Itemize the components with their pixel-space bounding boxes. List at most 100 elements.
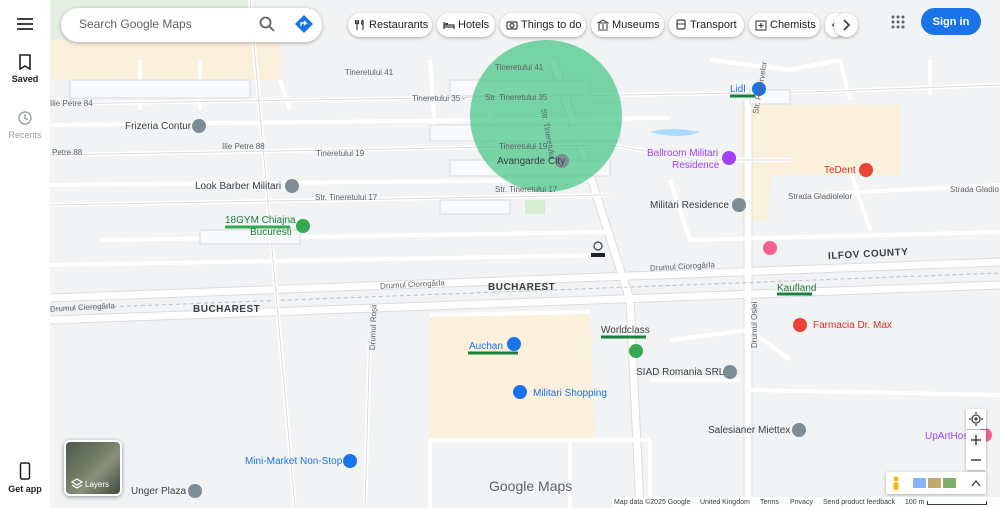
chip-transport[interactable]: Transport <box>669 13 744 37</box>
poi-label: Worldclass <box>601 325 650 336</box>
search-button[interactable] <box>259 16 275 37</box>
poi-label: Salesianer Miettex <box>708 425 791 436</box>
poi-label: Militari Residence <box>650 200 729 211</box>
road-label: Ilie Petre 88 <box>222 142 265 151</box>
directions-button[interactable] <box>294 14 314 39</box>
poi-label: Frizeria Contur <box>125 121 192 132</box>
map-data-attribution: Map data ©2025 Google <box>614 499 691 506</box>
chips-next-button[interactable] <box>834 13 858 37</box>
map-thumbnails <box>886 472 986 494</box>
poi-label: TeDent <box>824 165 856 176</box>
road-label: Tineretului 19 <box>316 149 365 158</box>
region-link[interactable]: United Kingdom <box>700 497 750 508</box>
google-apps-button[interactable] <box>890 14 906 35</box>
poi-label: Avangarde City <box>497 156 566 167</box>
poi-label: 18GYM Chiajna <box>225 215 296 226</box>
chip-label: Chemists <box>770 19 816 31</box>
road-label: Strada Gladiolelor <box>788 192 853 201</box>
apps-grid-icon <box>891 15 905 29</box>
search-icon <box>259 16 275 32</box>
recents-label: Recents <box>8 130 42 140</box>
poi-label: Auchan <box>469 341 503 352</box>
plus-icon <box>971 435 981 445</box>
road-label: Drumul Osiei <box>750 301 759 348</box>
poi-label: SIAD Romania SRL <box>636 367 725 378</box>
menu-button[interactable] <box>15 15 35 33</box>
search-box[interactable] <box>61 8 322 42</box>
park-area <box>525 200 545 214</box>
poi-label: Unger Plaza <box>131 486 187 497</box>
road-label: Str. Tineretului 35 <box>485 93 548 102</box>
chip-museums[interactable]: Museums <box>591 13 664 37</box>
minus-icon <box>971 459 981 461</box>
left-rail: Saved Recents Get app <box>0 0 50 508</box>
pegman-icon <box>893 476 899 490</box>
zoom-in-button[interactable] <box>966 430 986 450</box>
history-icon <box>18 111 32 125</box>
thumbnail-satellite[interactable] <box>943 478 956 488</box>
road-label: Tineretului 19 <box>499 142 548 151</box>
fork-knife-icon <box>354 19 364 30</box>
thumbnail-terrain[interactable] <box>928 478 941 488</box>
chevron-right-icon <box>843 19 851 31</box>
poi-label: Lidl <box>730 84 746 95</box>
area-label: BUCHAREST <box>488 282 556 293</box>
poi-label: Farmacia Dr. Max <box>813 320 892 331</box>
shopping-zone <box>430 312 595 440</box>
sign-in-button[interactable]: Sign in <box>921 8 981 35</box>
chip-label: Restaurants <box>369 19 429 31</box>
museum-icon <box>597 19 609 31</box>
road-label: Drumul Roșii <box>368 304 379 351</box>
chip-label: Museums <box>612 19 660 31</box>
land-zone <box>50 40 280 80</box>
layers-button[interactable]: Layers <box>64 440 122 496</box>
expand-icon <box>971 479 981 487</box>
terms-link[interactable]: Terms <box>760 497 779 508</box>
feedback-link[interactable]: Send product feedback <box>823 497 895 508</box>
phone-icon <box>19 462 31 480</box>
chip-restaurants[interactable]: Restaurants <box>348 13 432 37</box>
area-label: BUCHAREST <box>193 304 261 315</box>
privacy-link[interactable]: Privacy <box>790 497 813 508</box>
map-footer: Map data ©2025 Google United Kingdom Ter… <box>612 497 1000 508</box>
get-app-label: Get app <box>8 484 42 494</box>
poi-label: Bucuresti <box>250 227 292 238</box>
thumbnail-transit[interactable] <box>913 478 926 488</box>
road-label: Str. Tineretului 17 <box>315 193 378 202</box>
camera-icon <box>506 21 518 30</box>
bed-icon <box>443 22 455 29</box>
road-label: Tineretului 35 - <box>412 94 466 103</box>
google-maps-logo: Google Maps <box>489 478 573 494</box>
road-label: Strada Gladio <box>950 185 999 194</box>
poi-label: Residence <box>672 160 720 171</box>
saved-button[interactable]: Saved <box>0 54 50 84</box>
road-label: Petre 88 <box>52 148 83 157</box>
my-location-icon <box>969 412 983 426</box>
map-canvas[interactable]: Tineretului 41 Tineretului 41 Tineretulu… <box>50 0 1000 508</box>
search-input[interactable] <box>77 16 251 32</box>
poi-label: UpArtHost <box>925 431 972 442</box>
chip-hotels[interactable]: Hotels <box>437 13 495 37</box>
chip-label: Transport <box>690 19 737 31</box>
my-location-button[interactable] <box>966 409 986 429</box>
bus-icon <box>676 19 686 30</box>
chip-chemists[interactable]: Chemists <box>749 13 820 37</box>
poi-label: Ballroom Militari <box>647 148 719 159</box>
poi-label: Kaufland <box>777 283 817 294</box>
get-app-button[interactable]: Get app <box>0 462 50 494</box>
poi-label: Militari Shopping <box>533 388 607 399</box>
pharmacy-icon <box>755 20 767 31</box>
road-label: Str. Tineretului 17 <box>495 185 558 194</box>
zoom-controls <box>966 430 986 470</box>
scale-bar <box>927 501 987 505</box>
chip-label: Things to do <box>521 19 582 31</box>
directions-icon <box>295 15 313 33</box>
scale-label[interactable]: 100 m <box>905 497 924 508</box>
chip-things-to-do[interactable]: Things to do <box>500 13 586 37</box>
saved-label: Saved <box>11 74 39 84</box>
bookmark-icon <box>19 54 31 71</box>
layers-icon <box>71 478 83 489</box>
layers-label: Layers <box>85 480 110 489</box>
recents-button[interactable]: Recents <box>0 110 50 140</box>
zoom-out-button[interactable] <box>966 450 986 470</box>
